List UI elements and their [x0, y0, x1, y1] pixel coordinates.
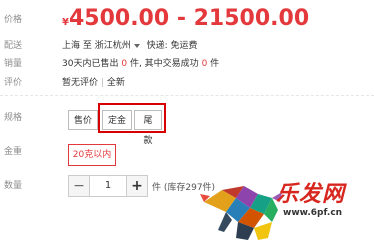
sales-value: 30天内已售出 0 件, 其中交易成功 0 件	[62, 58, 219, 70]
sales-30days-count: 0	[121, 59, 128, 69]
weight-label: 金重	[4, 147, 23, 157]
quantity-increase-button[interactable]: +	[126, 175, 148, 197]
quantity-label: 数量	[4, 181, 23, 191]
chevron-down-icon[interactable]	[133, 43, 140, 48]
shipping-label: 配送	[4, 41, 23, 51]
sales-deal-count: 0	[201, 59, 208, 69]
price-value: ¥4500.00 - 21500.00	[62, 6, 309, 31]
price-currency: ¥	[62, 17, 69, 28]
reviews-label: 评价	[4, 78, 23, 88]
price-label: 价格	[4, 15, 23, 25]
quantity-input[interactable]: 1	[90, 175, 126, 197]
divider	[0, 95, 374, 96]
spec-label: 规格	[4, 113, 23, 123]
quantity-decrease-button[interactable]: −	[68, 175, 90, 197]
price-range: 4500.00 - 21500.00	[68, 6, 310, 31]
shipping-destination[interactable]: 上海 至 浙江杭州	[62, 41, 131, 51]
sales-30days-text: 30天内已售出	[62, 59, 119, 69]
sales-deal-unit: 件	[210, 59, 220, 69]
shipping-express: 快递: 免运费	[146, 41, 198, 51]
sales-deal-text: , 其中交易成功	[138, 59, 199, 69]
watermark-url: www.6pf.cn	[283, 208, 343, 218]
weight-option-selected[interactable]: 20克以内	[68, 144, 116, 166]
watermark-brand: 乐发网	[276, 182, 346, 207]
spec-option-price[interactable]: 售价	[68, 110, 98, 130]
sales-label: 销量	[4, 59, 23, 69]
reviews-condition: 全新	[106, 78, 125, 88]
sales-unit: 件	[129, 59, 139, 69]
reviews-none[interactable]: 暂无评价	[62, 78, 98, 88]
reviews-separator: |	[100, 78, 104, 88]
shipping-value: 上海 至 浙江杭州 快递: 免运费	[62, 40, 198, 52]
product-detail-panel: 价格 ¥4500.00 - 21500.00 配送 上海 至 浙江杭州 快递: …	[0, 0, 374, 244]
reviews-value: 暂无评价 | 全新	[62, 77, 125, 89]
highlight-frame	[98, 103, 166, 133]
quantity-stepper: − 1 +	[68, 175, 148, 197]
